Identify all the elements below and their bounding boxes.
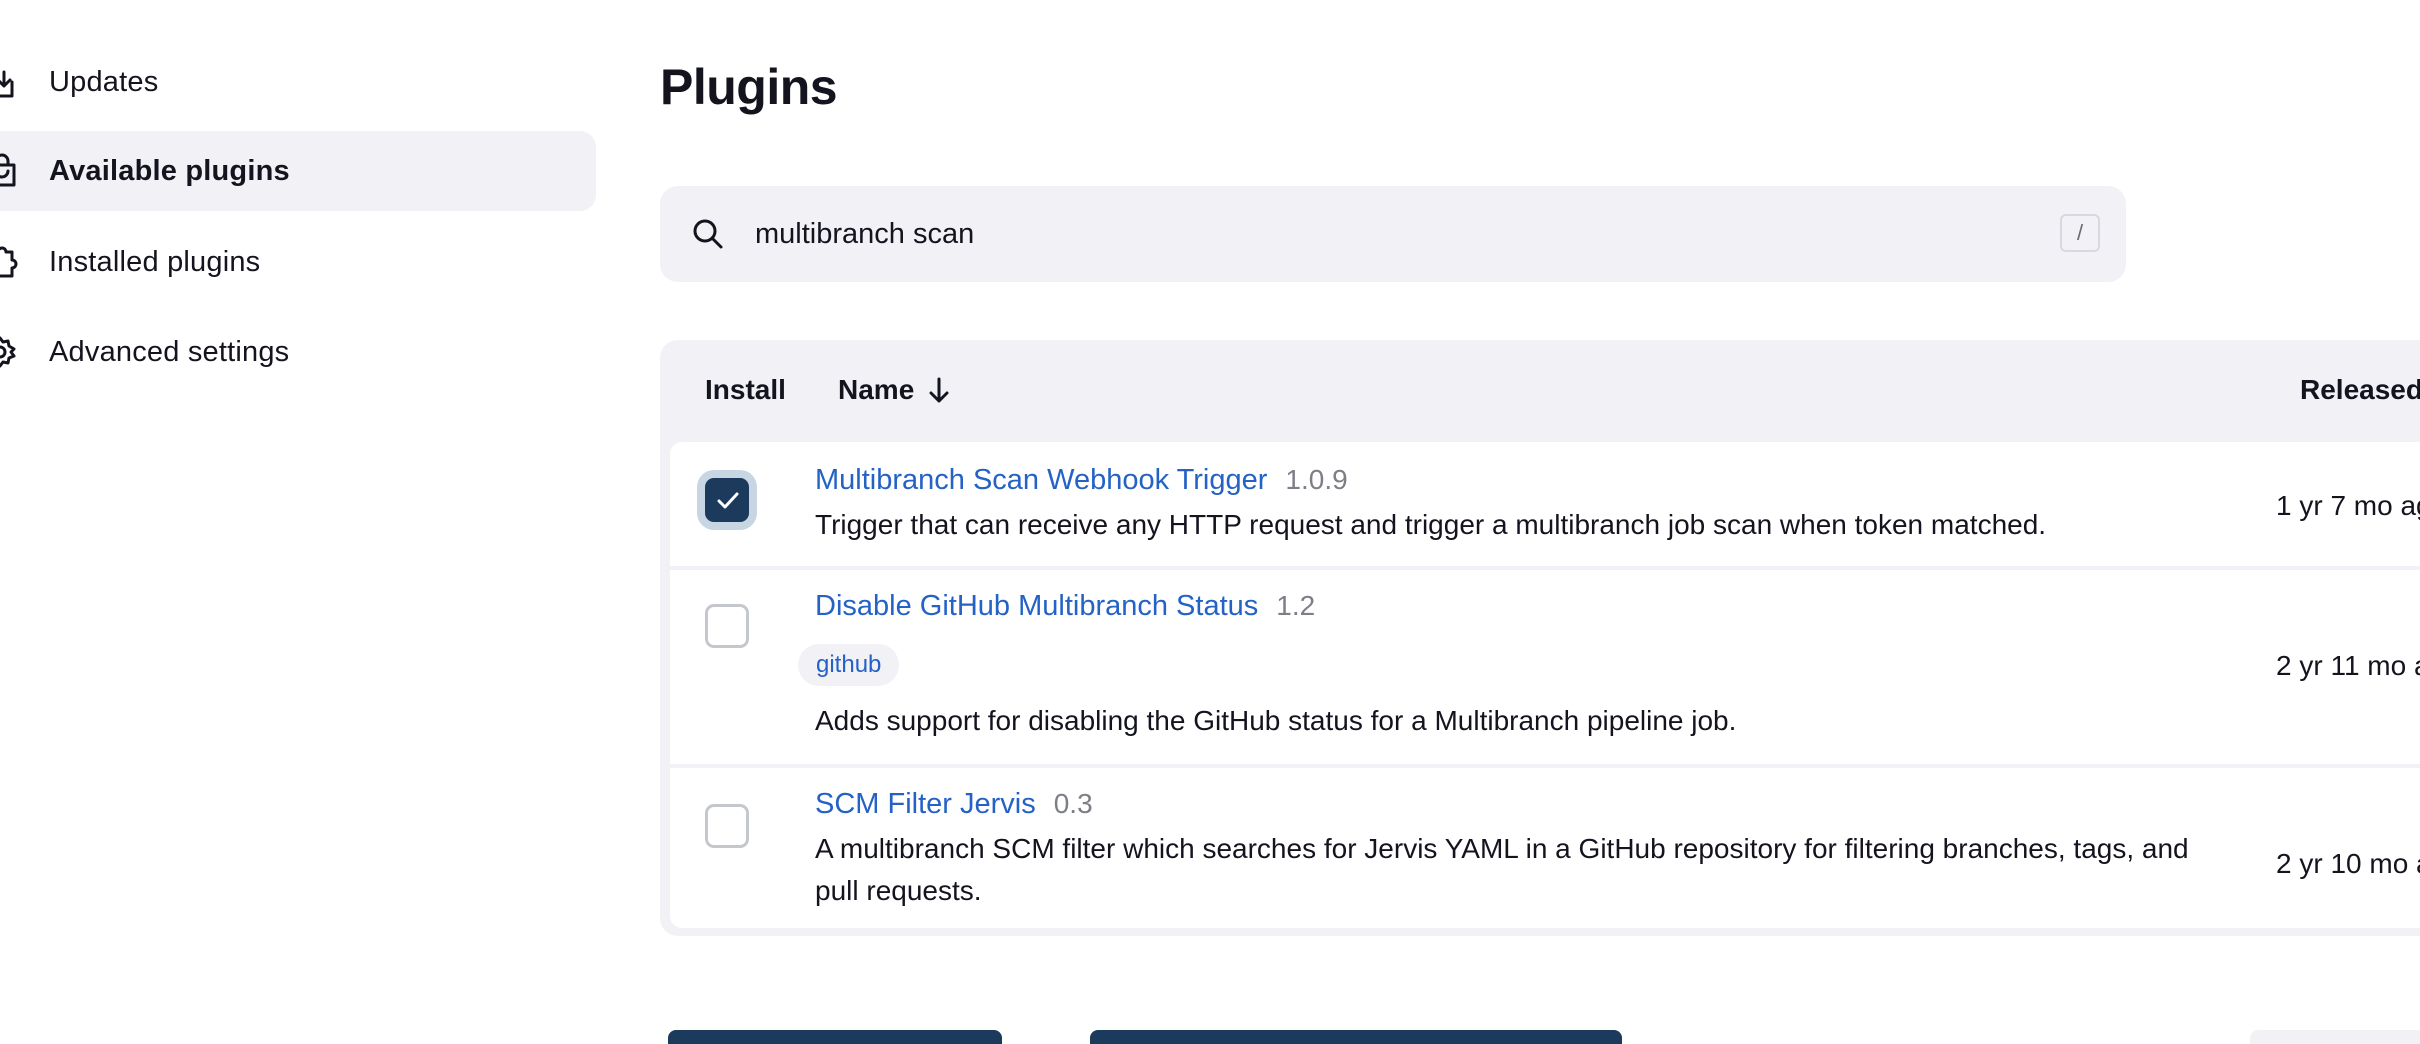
plugin-name-link[interactable]: Disable GitHub Multibranch Status 1.2 — [815, 590, 1315, 623]
plugin-version: 1.2 — [1276, 590, 1316, 621]
column-header-name[interactable]: Name — [838, 374, 952, 406]
search-input[interactable] — [755, 208, 1955, 260]
install-checkbox[interactable] — [705, 478, 749, 522]
page: Updates Available plugins Installed plug… — [0, 0, 2420, 1044]
secondary-button[interactable] — [2250, 1030, 2420, 1044]
plugin-name: Multibranch Scan Webhook Trigger — [815, 464, 1268, 496]
plugin-version: 0.3 — [1053, 788, 1093, 819]
plugin-name-link[interactable]: SCM Filter Jervis 0.3 — [815, 788, 1093, 821]
plugin-version: 1.0.9 — [1285, 464, 1348, 495]
install-checkbox[interactable] — [705, 804, 749, 848]
plugin-description: A multibranch SCM filter which searches … — [815, 833, 2189, 906]
keyboard-shortcut-hint: / — [2060, 214, 2100, 252]
shopping-bag-icon — [0, 153, 18, 189]
plugin-tag[interactable]: github — [798, 644, 900, 686]
released-date: 2 yr 11 mo ago — [2276, 650, 2420, 681]
sidebar-item-label: Installed plugins — [49, 245, 261, 278]
released-date: 2 yr 10 mo ago — [2276, 848, 2420, 879]
download-icon — [0, 64, 18, 100]
install-checkbox[interactable] — [705, 604, 749, 648]
table-row: Disable GitHub Multibranch Status 1.2 git… — [670, 570, 2420, 764]
gear-icon — [0, 334, 18, 370]
install-after-restart-button[interactable] — [1090, 1030, 1622, 1044]
table-row: Multibranch Scan Webhook Trigger 1.0.9 Tr… — [670, 442, 2420, 566]
column-header-released[interactable]: Released — [2300, 374, 2420, 406]
table-row: SCM Filter Jervis 0.3 A multibranch SCM f… — [670, 768, 2420, 928]
plugin-description: Adds support for disabling the GitHub st… — [815, 705, 1737, 736]
arrow-down-icon — [926, 376, 952, 404]
page-title: Plugins — [660, 59, 838, 115]
plugin-name: Disable GitHub Multibranch Status — [815, 590, 1259, 622]
plugins-table: Install Name Released Multibranch Scan W… — [660, 340, 2420, 936]
column-header-name-label: Name — [838, 374, 915, 405]
sidebar-item-updates[interactable]: Updates — [0, 42, 596, 122]
sidebar-item-label: Updates — [49, 65, 159, 98]
checkmark-icon — [717, 492, 739, 509]
sidebar-item-label: Available plugins — [49, 154, 290, 187]
plugin-description: Trigger that can receive any HTTP reques… — [815, 509, 2047, 540]
search-bar[interactable]: / — [660, 186, 2126, 282]
plugin-name: SCM Filter Jervis — [815, 788, 1036, 820]
search-icon — [690, 216, 726, 252]
install-button[interactable] — [668, 1030, 1002, 1044]
sidebar-item-installed-plugins[interactable]: Installed plugins — [0, 222, 596, 302]
sidebar-item-label: Advanced settings — [49, 335, 290, 368]
column-header-install: Install — [705, 374, 786, 405]
released-date: 1 yr 7 mo ago — [2276, 490, 2420, 521]
plugin-name-link[interactable]: Multibranch Scan Webhook Trigger 1.0.9 — [815, 464, 1348, 497]
puzzle-icon — [0, 244, 18, 280]
sidebar-item-available-plugins[interactable]: Available plugins — [0, 131, 596, 211]
sidebar-item-advanced-settings[interactable]: Advanced settings — [0, 312, 596, 392]
